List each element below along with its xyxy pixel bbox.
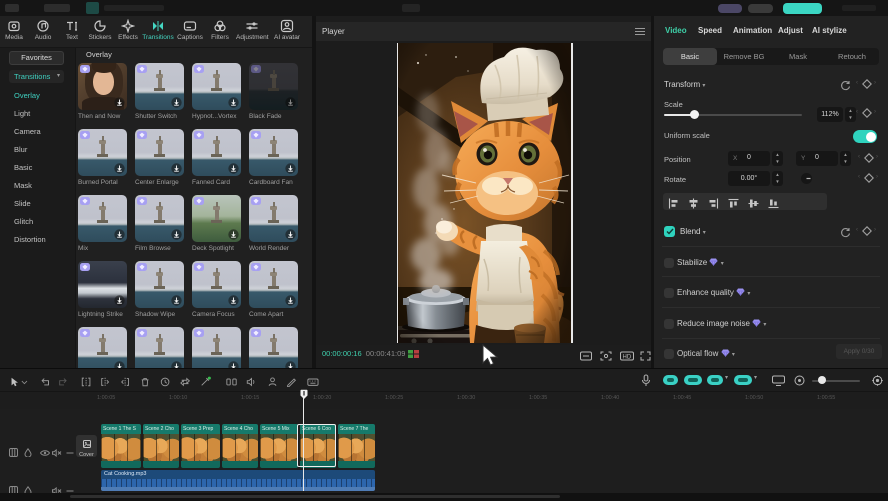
svg-text:HD: HD	[623, 355, 632, 361]
